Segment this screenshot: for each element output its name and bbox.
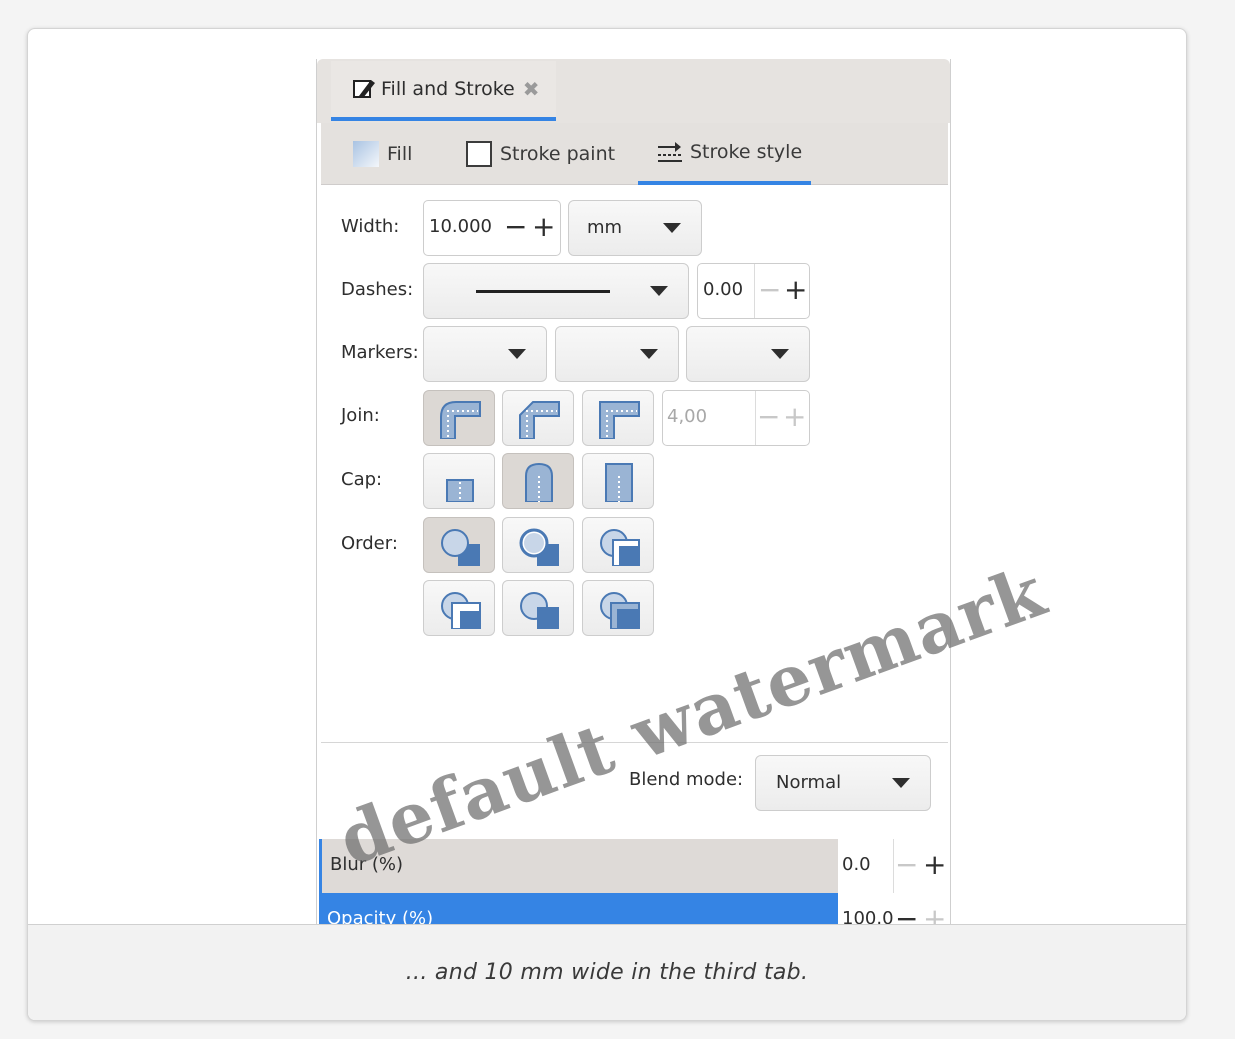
chevron-down-icon (508, 349, 526, 359)
order-label: Order: (341, 533, 398, 554)
paint-order-icon (600, 529, 640, 566)
caption-text: ... and 10 mm wide in the third tab. (405, 960, 809, 985)
paint-order-icon (441, 592, 481, 629)
mid-marker-dropdown[interactable] (555, 326, 679, 382)
chevron-down-icon (650, 286, 668, 296)
dashes-label: Dashes: (341, 279, 414, 300)
order-stroke-fill-markers-button[interactable] (502, 517, 574, 573)
fill-stroke-tabs: Fill Stroke paint Stroke style (321, 123, 948, 185)
screenshot-card: Fill and Stroke ✖ Fill Stroke paint Stro… (27, 28, 1187, 1021)
tab-stroke-style-label: Stroke style (690, 141, 803, 163)
join-label: Join: (341, 405, 380, 426)
miter-decrement-button[interactable]: − (757, 403, 780, 431)
caption: ... and 10 mm wide in the third tab. (28, 924, 1186, 1020)
stroke-swatch-icon (466, 141, 492, 167)
width-label: Width: (341, 216, 400, 237)
square-cap-button[interactable] (582, 453, 654, 509)
blur-decrement-button[interactable]: − (895, 851, 918, 879)
dock-tab-fill-and-stroke[interactable]: Fill and Stroke ✖ (331, 61, 556, 121)
markers-label: Markers: (341, 342, 419, 363)
width-value[interactable]: 10.000 (429, 216, 492, 237)
round-cap-icon (525, 462, 553, 502)
order-fill-stroke-markers-button[interactable] (423, 517, 495, 573)
width-spinbox[interactable]: 10.000 − + (423, 200, 561, 256)
blur-value[interactable]: 0.0 (842, 854, 871, 875)
chevron-down-icon (892, 778, 910, 788)
unit-dropdown[interactable]: mm (568, 200, 702, 256)
fill-swatch-icon (353, 141, 379, 167)
tab-stroke-style[interactable]: Stroke style (638, 123, 811, 185)
dash-pattern-solid-line (476, 290, 610, 293)
miter-limit-value[interactable]: 4,00 (667, 406, 707, 427)
round-join-icon (440, 401, 481, 439)
chevron-down-icon (771, 349, 789, 359)
paint-order-icon (441, 529, 480, 566)
tab-stroke-paint[interactable]: Stroke paint (466, 123, 615, 185)
spin-separator (893, 839, 894, 893)
dash-offset-spinbox[interactable]: 0.00 − + (697, 263, 810, 319)
dash-pattern-dropdown[interactable] (423, 263, 689, 319)
miter-join-icon (599, 401, 640, 439)
tab-stroke-paint-label: Stroke paint (500, 143, 616, 165)
order-markers-stroke-fill-button[interactable] (582, 580, 654, 636)
blur-increment-button[interactable]: + (923, 851, 946, 879)
order-fill-markers-stroke-button[interactable] (582, 517, 654, 573)
bevel-join-icon (519, 401, 560, 439)
square-cap-icon (605, 463, 633, 502)
dash-offset-decrement-button[interactable]: − (758, 276, 781, 304)
blend-mode-dropdown[interactable]: Normal (755, 755, 931, 811)
paint-order-icon (519, 528, 559, 566)
dash-offset-value[interactable]: 0.00 (703, 279, 743, 300)
chevron-down-icon (663, 223, 681, 233)
blend-mode-value: Normal (776, 772, 842, 793)
width-decrement-button[interactable]: − (504, 213, 527, 241)
bevel-join-button[interactable] (502, 390, 574, 446)
dash-offset-increment-button[interactable]: + (784, 276, 807, 304)
dock-tab-bar: Fill and Stroke ✖ (317, 59, 950, 123)
tab-fill[interactable]: Fill (353, 123, 412, 185)
paint-order-icon (600, 592, 640, 629)
spin-separator (755, 391, 756, 445)
round-join-button[interactable] (423, 390, 495, 446)
miter-join-button[interactable] (582, 390, 654, 446)
miter-increment-button[interactable]: + (783, 403, 806, 431)
miter-limit-spinbox[interactable]: 4,00 − + (662, 390, 810, 446)
tab-fill-label: Fill (387, 143, 413, 165)
order-stroke-markers-fill-button[interactable] (502, 580, 574, 636)
round-cap-button[interactable] (502, 453, 574, 509)
chevron-down-icon (640, 349, 658, 359)
fill-stroke-icon (353, 80, 375, 98)
order-markers-fill-stroke-button[interactable] (423, 580, 495, 636)
spin-separator (754, 264, 755, 318)
dock-tab-title: Fill and Stroke (381, 78, 515, 100)
butt-cap-icon (446, 479, 474, 502)
paint-order-icon (520, 592, 559, 629)
close-icon[interactable]: ✖ (523, 77, 540, 101)
start-marker-dropdown[interactable] (423, 326, 547, 382)
width-increment-button[interactable]: + (532, 213, 555, 241)
stroke-style-icon (658, 142, 682, 162)
butt-cap-button[interactable] (423, 453, 495, 509)
unit-value: mm (587, 217, 623, 238)
cap-label: Cap: (341, 469, 383, 490)
end-marker-dropdown[interactable] (686, 326, 810, 382)
